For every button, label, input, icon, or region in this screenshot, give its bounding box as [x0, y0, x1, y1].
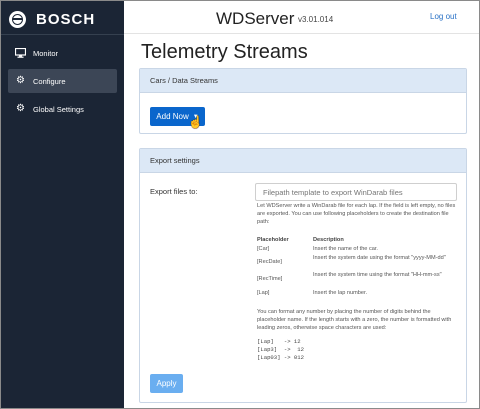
placeholder-desc: Insert the name of the car. — [313, 246, 378, 252]
panel-title: Export settings — [140, 149, 466, 173]
main-area: WDServer v3.01.014 Log out Telemetry Str… — [124, 1, 479, 408]
brand-name: BOSCH — [36, 10, 96, 28]
code-example: [Lap03] -> 012 — [257, 354, 304, 361]
panel-title: Cars / Data Streams — [140, 69, 466, 93]
format-help-text: You can format any number by placing the… — [257, 309, 452, 331]
export-files-label: Export files to: — [150, 187, 198, 196]
brand: BOSCH — [9, 10, 95, 28]
code-example: [Lap3] -> 12 — [257, 346, 304, 353]
placeholder-name: [Lap] — [257, 290, 270, 296]
gear-icon: ⚙ — [16, 75, 25, 86]
sidebar-item-monitor[interactable]: Monitor — [8, 41, 117, 65]
app-version: v3.01.014 — [298, 15, 334, 24]
cars-panel: Cars / Data Streams Add Now ▼ ☝ — [139, 68, 467, 134]
page-title: Telemetry Streams — [141, 41, 308, 63]
monitor-icon — [15, 48, 26, 59]
app-name: WDServer — [216, 9, 295, 28]
apply-button[interactable]: Apply — [150, 374, 183, 393]
column-header: Placeholder — [257, 237, 289, 243]
placeholder-name: [Car] — [257, 246, 270, 252]
button-label: Add Now — [156, 112, 189, 121]
gear-icon: ⚙ — [16, 103, 25, 114]
bosch-logo-icon — [9, 10, 26, 28]
sidebar: BOSCH Monitor ⚙ Configure ⚙ Global Setti… — [1, 1, 124, 408]
code-example: [Lap] -> 12 — [257, 338, 301, 345]
sidebar-item-label: Configure — [33, 76, 66, 86]
sidebar-item-label: Monitor — [33, 48, 59, 58]
sidebar-item-label: Global Settings — [33, 104, 84, 114]
placeholder-name: [RecDate] — [257, 259, 282, 265]
export-settings-panel: Export settings Export files to: Let WDS… — [139, 148, 467, 403]
placeholder-desc: Insert the system date using the format … — [313, 255, 446, 261]
brand-divider — [1, 34, 124, 35]
placeholder-desc: Insert the system time using the format … — [313, 272, 442, 278]
sidebar-item-global-settings[interactable]: ⚙ Global Settings — [8, 97, 117, 121]
placeholder-desc: Insert the lap number. — [313, 290, 368, 296]
export-path-input[interactable] — [255, 183, 457, 201]
hand-cursor-icon: ☝ — [188, 115, 203, 129]
help-text: Let WDServer write a WinDarab file for e… — [257, 203, 456, 225]
column-header: Description — [313, 237, 344, 243]
sidebar-item-configure[interactable]: ⚙ Configure — [8, 69, 117, 93]
logout-link[interactable]: Log out — [430, 12, 457, 21]
placeholder-name: [RecTime] — [257, 276, 283, 282]
top-bar: WDServer v3.01.014 Log out — [124, 1, 479, 34]
